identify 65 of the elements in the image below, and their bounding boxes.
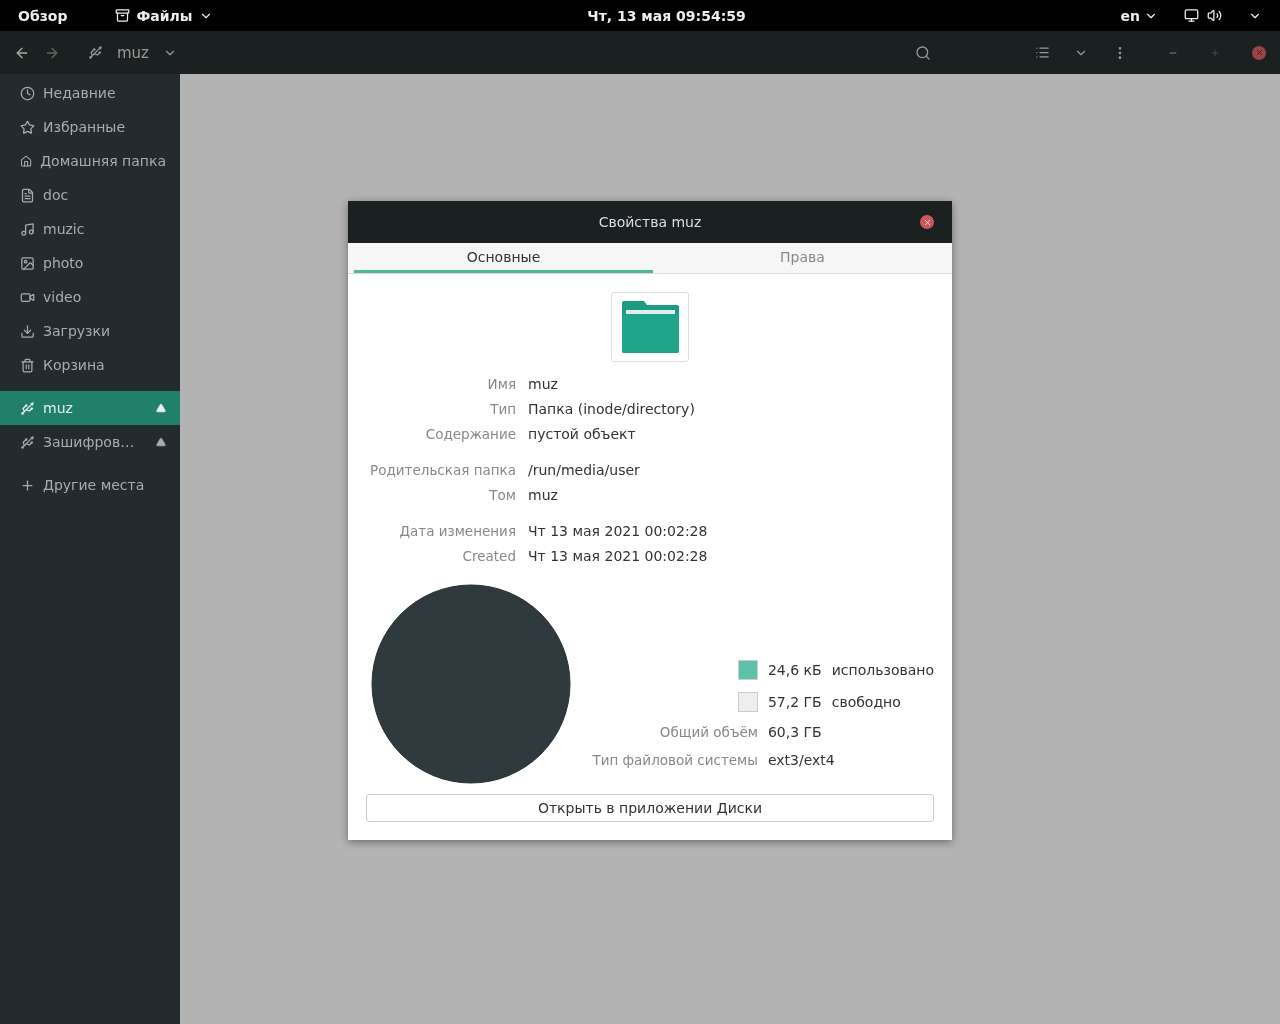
- property-label: Тип файловой системы: [592, 752, 758, 768]
- language-indicator[interactable]: en: [1120, 7, 1140, 24]
- sidebar-item[interactable]: Недавние: [0, 76, 180, 110]
- legend-label: свободно: [831, 694, 902, 710]
- sidebar-item[interactable]: Избранные: [0, 110, 180, 144]
- plus-icon: [20, 477, 35, 493]
- trash-icon: [20, 357, 35, 373]
- sidebar-item[interactable]: muz: [0, 391, 180, 425]
- sidebar-item[interactable]: doc: [0, 178, 180, 212]
- volume-icon[interactable]: [1207, 8, 1222, 23]
- sidebar-item[interactable]: Загрузки: [0, 314, 180, 348]
- file-cabinet-icon: [115, 8, 131, 23]
- sidebar-item[interactable]: Корзина: [0, 348, 180, 382]
- property-label: Том: [488, 487, 516, 503]
- picture-icon: [20, 255, 35, 271]
- sidebar-item[interactable]: photo: [0, 246, 180, 280]
- sidebar-item[interactable]: video: [0, 280, 180, 314]
- sidebar-item[interactable]: Другие места: [0, 468, 180, 502]
- usb-icon: [20, 400, 35, 416]
- activities-button[interactable]: Обзор: [18, 7, 68, 24]
- property-label: Created: [461, 548, 516, 564]
- property-label: Тип: [489, 401, 516, 417]
- property-value: muz: [528, 376, 559, 392]
- list-view-icon[interactable]: [1035, 45, 1050, 60]
- clock-icon: [20, 85, 35, 101]
- property-value: пустой объект: [528, 426, 637, 442]
- dialog-title: Свойства muz: [598, 214, 702, 230]
- sidebar-item[interactable]: Домашняя папка: [0, 144, 180, 178]
- property-value: muz: [528, 487, 559, 503]
- star-icon: [20, 119, 35, 135]
- property-value: Чт 13 мая 2021 00:02:28: [528, 523, 709, 539]
- close-icon: [922, 217, 932, 227]
- property-label: Родительская папка: [369, 462, 516, 478]
- tab[interactable]: Основные: [354, 243, 653, 273]
- home-icon: [20, 153, 33, 169]
- open-in-disks-button[interactable]: Открыть в приложении Диски: [366, 794, 934, 822]
- document-icon: [20, 187, 35, 203]
- property-label: Имя: [486, 376, 516, 392]
- legend-label: использовано: [831, 662, 934, 678]
- clock[interactable]: Чт, 13 мая 09:54:59: [587, 7, 746, 24]
- property-value: /run/media/user: [528, 462, 641, 478]
- property-label: Дата изменения: [398, 523, 516, 539]
- app-menu[interactable]: Файлы: [136, 7, 193, 24]
- property-value: Папка (inode/directory): [528, 401, 696, 417]
- property-label: Общий объём: [658, 724, 758, 740]
- property-value: Чт 13 мая 2021 00:02:28: [528, 548, 709, 564]
- sidebar-item[interactable]: muzic: [0, 212, 180, 246]
- property-value: ext3/ext4: [767, 752, 836, 768]
- path-button[interactable]: muz: [117, 43, 149, 62]
- close-icon[interactable]: [1252, 45, 1266, 60]
- sidebar-item[interactable]: Зашифров…: [0, 425, 180, 459]
- folder-icon: [621, 301, 679, 353]
- search-icon[interactable]: [915, 44, 931, 61]
- property-value: 60,3 ГБ: [767, 724, 823, 740]
- display-icon[interactable]: [1184, 8, 1199, 23]
- legend-amount: 24,6 кБ: [767, 662, 822, 678]
- property-label: Содержание: [424, 426, 516, 442]
- legend-amount: 57,2 ГБ: [767, 694, 822, 710]
- tab[interactable]: Права: [653, 243, 952, 273]
- close-button[interactable]: [920, 215, 934, 229]
- download-icon: [20, 323, 35, 339]
- usb-icon: [20, 434, 35, 450]
- music-note-icon: [20, 221, 35, 237]
- usb-icon: [88, 45, 103, 60]
- eject-icon[interactable]: [156, 437, 166, 447]
